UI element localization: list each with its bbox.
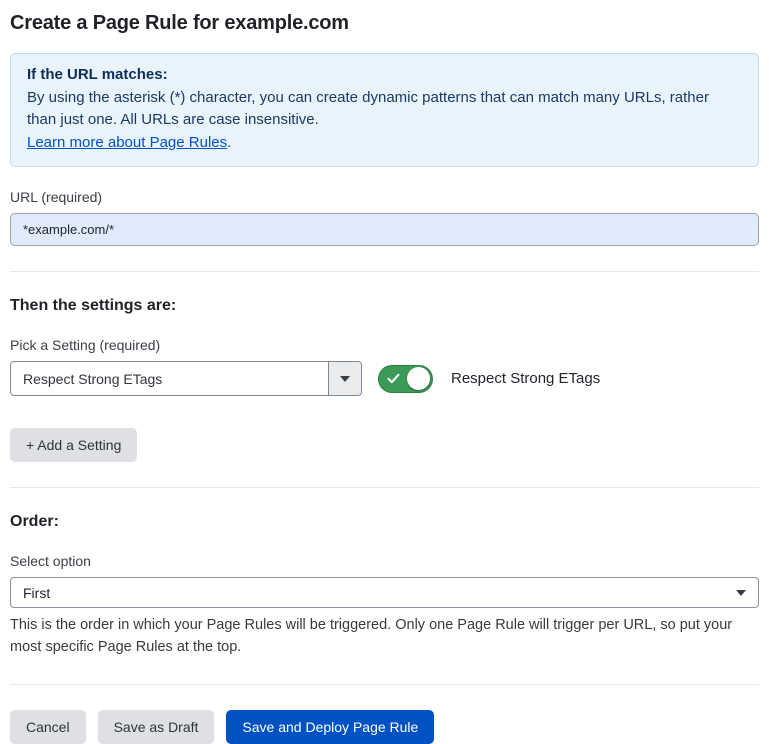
setting-row: Respect Strong ETags Respect Strong ETag… (10, 361, 759, 396)
check-icon (387, 372, 400, 385)
order-select[interactable]: First (10, 577, 759, 608)
setting-select-value: Respect Strong ETags (11, 362, 328, 395)
chevron-down-icon (340, 376, 350, 382)
url-match-info-box: If the URL matches: By using the asteris… (10, 53, 759, 167)
setting-select-arrow-button[interactable] (328, 362, 361, 395)
info-box-link-line: Learn more about Page Rules. (27, 132, 742, 155)
cancel-button[interactable]: Cancel (10, 710, 86, 744)
divider-url-settings (10, 271, 759, 272)
toggle-knob (407, 367, 430, 390)
save-and-deploy-button[interactable]: Save and Deploy Page Rule (226, 710, 434, 744)
page-title: Create a Page Rule for example.com (10, 12, 759, 35)
divider-settings-order (10, 487, 759, 488)
order-select-label: Select option (10, 553, 759, 569)
url-label: URL (required) (10, 189, 759, 205)
learn-more-link[interactable]: Learn more about Page Rules (27, 134, 227, 151)
setting-select[interactable]: Respect Strong ETags (10, 361, 362, 396)
respect-strong-etags-toggle[interactable] (378, 365, 433, 393)
order-select-value: First (23, 585, 50, 601)
save-as-draft-button[interactable]: Save as Draft (98, 710, 215, 744)
pick-setting-label: Pick a Setting (required) (10, 337, 759, 353)
url-input[interactable] (10, 213, 759, 246)
link-period: . (227, 134, 231, 151)
order-section-heading: Order: (10, 513, 759, 531)
footer-actions: Cancel Save as Draft Save and Deploy Pag… (10, 710, 759, 744)
page-rule-form: Create a Page Rule for example.com If th… (0, 0, 769, 744)
toggle-label: Respect Strong ETags (451, 370, 600, 387)
add-setting-button[interactable]: + Add a Setting (10, 428, 137, 462)
divider-order-footer (10, 684, 759, 685)
settings-section-heading: Then the settings are: (10, 297, 759, 315)
order-help-text: This is the order in which your Page Rul… (10, 615, 759, 659)
info-box-body: By using the asterisk (*) character, you… (27, 87, 742, 132)
chevron-down-icon (736, 590, 746, 596)
info-box-heading: If the URL matches: (27, 64, 742, 87)
